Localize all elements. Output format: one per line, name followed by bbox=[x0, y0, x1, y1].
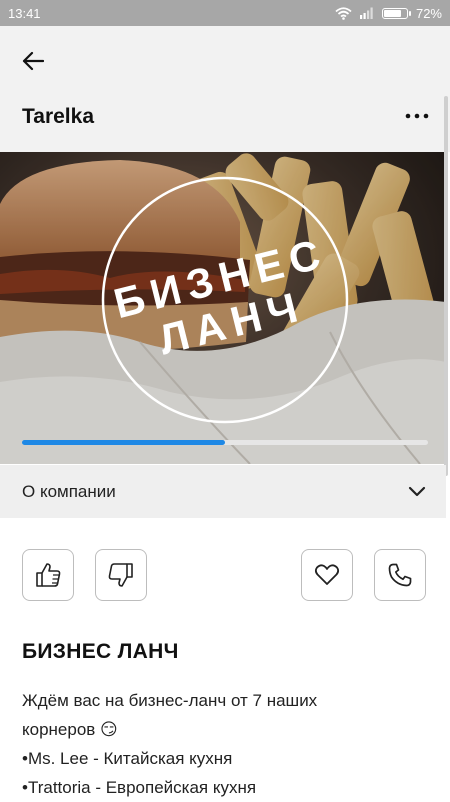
status-bar: 13:41 72% bbox=[0, 0, 450, 26]
header: Tarelka bbox=[0, 26, 450, 152]
page-title: Tarelka bbox=[22, 105, 94, 128]
dislike-button[interactable] bbox=[95, 549, 147, 601]
more-options-button[interactable] bbox=[402, 106, 432, 126]
gallery-progress-fill bbox=[22, 440, 225, 445]
status-icons: 72% bbox=[335, 6, 442, 21]
banner-image[interactable]: БИЗНЕС ЛАНЧ bbox=[0, 152, 446, 464]
burger-fries-photo: БИЗНЕС ЛАНЧ bbox=[0, 152, 446, 464]
post-body: Ждём вас на бизнес-ланч от 7 наших корне… bbox=[22, 686, 422, 802]
chevron-down-icon bbox=[408, 486, 426, 497]
about-company-toggle[interactable]: О компании bbox=[0, 465, 446, 518]
status-time: 13:41 bbox=[8, 5, 41, 21]
more-dots-icon bbox=[405, 113, 429, 119]
wifi-icon bbox=[335, 6, 352, 20]
phone-icon bbox=[388, 563, 412, 587]
post-title: БИЗНЕС ЛАНЧ bbox=[22, 640, 179, 663]
post-line: Ждём вас на бизнес-ланч от 7 наших bbox=[22, 691, 318, 710]
heart-icon bbox=[314, 564, 340, 585]
about-company-label: О компании bbox=[22, 481, 116, 501]
signal-icon bbox=[359, 7, 373, 19]
post-line: корнеров 😏 bbox=[22, 720, 118, 739]
like-button[interactable] bbox=[22, 549, 74, 601]
post-line: •Trattoria - Европейская кухня bbox=[22, 778, 257, 797]
scrollbar[interactable] bbox=[444, 96, 448, 476]
battery-icon bbox=[381, 7, 411, 19]
call-button[interactable] bbox=[374, 549, 426, 601]
thumbs-up-icon bbox=[36, 563, 61, 587]
battery-percent: 72% bbox=[415, 5, 442, 21]
arrow-left-icon bbox=[22, 51, 44, 71]
favorite-button[interactable] bbox=[301, 549, 353, 601]
gallery-progress bbox=[22, 440, 428, 445]
back-button[interactable] bbox=[16, 44, 50, 78]
post-line: •Ms. Lee - Китайская кухня bbox=[22, 749, 233, 768]
thumbs-down-icon bbox=[108, 563, 133, 587]
